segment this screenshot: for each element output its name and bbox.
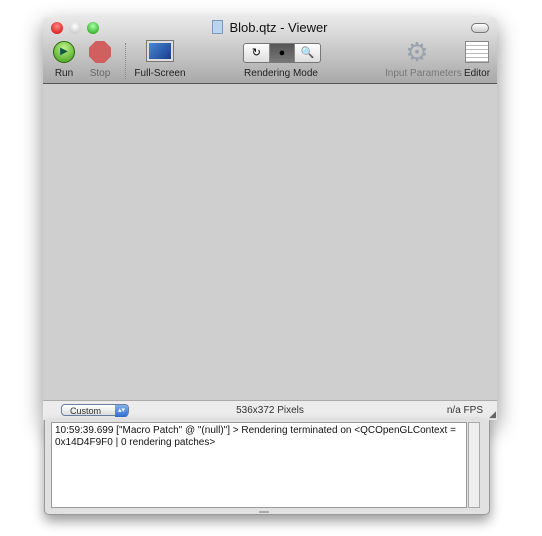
render-canvas[interactable] bbox=[43, 84, 497, 400]
document-icon bbox=[212, 20, 224, 34]
drawer-resize-handle[interactable] bbox=[259, 511, 269, 513]
monitor-icon bbox=[146, 40, 174, 62]
stop-button[interactable]: Stop bbox=[89, 41, 111, 79]
editor-button[interactable]: Editor bbox=[464, 41, 490, 79]
rendering-mode-control[interactable]: ↻ ● 🔍 bbox=[243, 43, 321, 63]
gear-icon: ⚙ bbox=[405, 37, 429, 67]
resize-grip-icon[interactable]: ◢ bbox=[489, 409, 496, 420]
fullscreen-label: Full-Screen bbox=[134, 68, 186, 79]
play-icon: ▶ bbox=[53, 41, 75, 63]
status-bar: Custom ▴▾ 536x372 Pixels n/a FPS ◢ bbox=[43, 400, 497, 420]
pixel-size-label: 536x372 Pixels bbox=[236, 405, 304, 416]
stop-label: Stop bbox=[89, 68, 111, 79]
refresh-icon[interactable]: ↻ bbox=[244, 44, 270, 62]
toolbar-toggle-button[interactable] bbox=[471, 23, 489, 33]
bug-icon[interactable]: ● bbox=[269, 44, 296, 62]
run-button[interactable]: ▶ Run bbox=[53, 41, 75, 79]
stop-icon bbox=[89, 41, 111, 63]
log-drawer: 10:59:39.699 ["Macro Patch" @ "(null)"] … bbox=[44, 420, 490, 515]
editor-label: Editor bbox=[463, 68, 491, 79]
viewer-window: Blob.qtz - Viewer ▶ Run Stop Full-Screen… bbox=[43, 17, 497, 420]
fullscreen-button[interactable]: Full-Screen bbox=[134, 40, 186, 79]
toolbar: Blob.qtz - Viewer ▶ Run Stop Full-Screen… bbox=[43, 17, 497, 84]
rendering-mode-label: Rendering Mode bbox=[244, 68, 318, 79]
log-text-area[interactable]: 10:59:39.699 ["Macro Patch" @ "(null)"] … bbox=[51, 422, 467, 508]
log-scrollbar[interactable] bbox=[468, 422, 480, 508]
input-parameters-button[interactable]: ⚙ Input Parameters bbox=[385, 37, 462, 79]
magnifier-icon[interactable]: 🔍 bbox=[295, 44, 320, 62]
title-text: Blob.qtz - Viewer bbox=[229, 20, 328, 35]
toolbar-separator bbox=[125, 43, 126, 79]
editor-icon bbox=[465, 41, 489, 63]
input-parameters-label: Input Parameters bbox=[385, 68, 462, 79]
window-title: Blob.qtz - Viewer bbox=[43, 20, 497, 35]
fps-label: n/a FPS bbox=[446, 405, 483, 416]
